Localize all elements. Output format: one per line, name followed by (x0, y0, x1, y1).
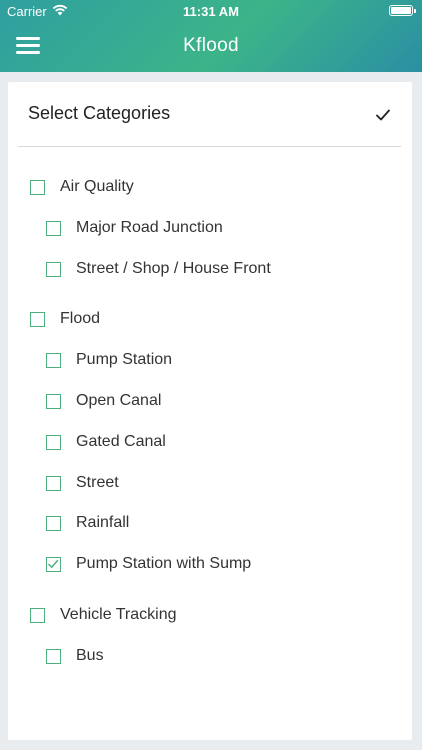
checkbox[interactable] (46, 220, 61, 236)
checkbox[interactable] (46, 393, 61, 409)
checkbox[interactable] (30, 179, 45, 195)
checkbox[interactable] (30, 311, 45, 327)
subcategory-row-bus[interactable]: Bus (46, 641, 104, 671)
category-label: Vehicle Tracking (60, 606, 177, 623)
divider (18, 146, 401, 147)
subcategory-label: Gated Canal (76, 433, 166, 450)
subcategory-label: Street / Shop / House Front (76, 260, 271, 277)
checkbox-checked[interactable] (46, 556, 61, 572)
subcategory-label: Bus (76, 647, 104, 664)
category-row-air-quality[interactable]: Air Quality (30, 172, 134, 202)
checkbox[interactable] (46, 352, 61, 368)
checkbox[interactable] (46, 648, 61, 664)
checkbox[interactable] (46, 261, 61, 277)
top-bar: Carrier 11:31 AM Kflood (0, 0, 422, 72)
checkbox[interactable] (46, 515, 61, 531)
panel-title: Select Categories (28, 103, 171, 123)
checkbox[interactable] (30, 607, 45, 623)
subcategory-row-street[interactable]: Street (46, 468, 119, 498)
subcategory-row-pump-station[interactable]: Pump Station (46, 345, 172, 375)
subcategory-label: Open Canal (76, 392, 162, 409)
subcategory-label: Pump Station (76, 351, 173, 368)
checkbox[interactable] (46, 434, 61, 450)
subcategory-row-pump-station-with-sump[interactable]: Pump Station with Sump (46, 549, 251, 579)
category-label: Flood (60, 310, 101, 327)
checkbox[interactable] (46, 475, 61, 491)
checkmark-confirm-icon[interactable] (374, 106, 392, 124)
panel-header: Select Categories (8, 82, 412, 146)
subcategory-label: Pump Station with Sump (76, 555, 252, 572)
app-title: Kflood (183, 35, 239, 56)
battery-icon (389, 5, 416, 16)
subcategory-label: Rainfall (76, 514, 130, 531)
category-row-flood[interactable]: Flood (30, 304, 100, 334)
category-label: Air Quality (60, 178, 134, 195)
category-row-vehicle-tracking[interactable]: Vehicle Tracking (30, 600, 177, 630)
subcategory-row-street-shop-house-front[interactable]: Street / Shop / House Front (46, 254, 271, 284)
category-panel: Select Categories Air Quality Major Road… (8, 82, 412, 740)
clock: 11:31 AM (183, 4, 239, 19)
subcategory-row-major-road-junction[interactable]: Major Road Junction (46, 213, 223, 243)
status-bar: Carrier 11:31 AM (0, 0, 422, 22)
check-icon (47, 559, 59, 568)
subcategory-row-rainfall[interactable]: Rainfall (46, 508, 129, 538)
subcategory-row-gated-canal[interactable]: Gated Canal (46, 427, 166, 457)
subcategory-label: Major Road Junction (76, 219, 223, 236)
subcategory-row-open-canal[interactable]: Open Canal (46, 386, 161, 416)
subcategory-label: Street (76, 474, 119, 491)
